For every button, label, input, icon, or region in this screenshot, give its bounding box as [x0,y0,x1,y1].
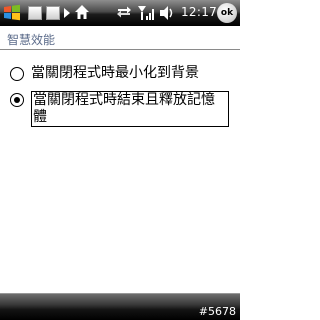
option-exit-label[interactable]: 當關閉程式時結束且釋放記憶體 [31,91,229,127]
home-icon[interactable] [74,4,90,20]
sync-icon[interactable] [116,4,132,20]
footer-tag: #5678 [198,305,236,318]
page-title: 智慧效能 [7,33,56,47]
signal-icon[interactable] [137,4,155,22]
title-bar: 智慧效能 [0,26,240,50]
arrow-right-icon[interactable] [64,8,70,18]
tab-icon[interactable] [28,6,42,20]
option-minimize-label[interactable]: 當關閉程式時最小化到背景 [31,65,199,82]
clock[interactable]: 12:17 [181,5,217,19]
ok-button[interactable]: ok [217,3,237,23]
tab-icon[interactable] [46,6,60,20]
windows-start-icon[interactable] [0,1,24,25]
radio-minimize[interactable] [10,67,24,81]
taskbar: 12:17 ok [0,0,240,26]
radio-exit[interactable] [10,93,24,107]
volume-icon[interactable] [158,4,176,22]
